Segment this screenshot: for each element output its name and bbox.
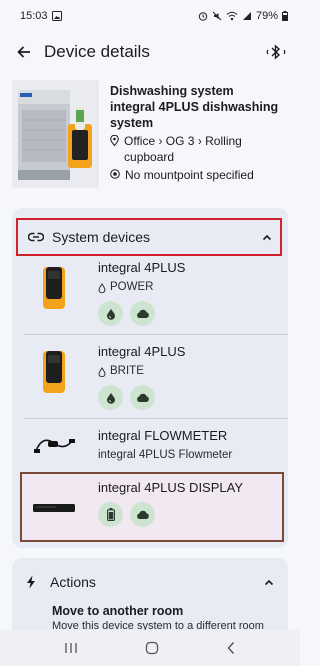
device-item[interactable]: integral FLOWMETER integral 4PLUS Flowme… [24, 428, 286, 464]
drop-icon [106, 308, 115, 320]
drop-outline-icon [98, 282, 106, 293]
water-status-chip[interactable] [98, 301, 123, 326]
system-devices-header[interactable]: System devices [16, 218, 282, 256]
battery-status-chip[interactable] [98, 502, 123, 527]
move-room-action[interactable]: Move to another room [52, 604, 288, 618]
arrow-back-icon [17, 46, 30, 58]
system-nav-bar [0, 630, 300, 666]
back-button[interactable] [6, 34, 42, 70]
device-item[interactable]: integral 4PLUS BRITE [24, 344, 286, 410]
mountpoint-row: No mountpoint specified [110, 167, 288, 183]
device-item[interactable]: integral 4PLUS DISPLAY [24, 480, 286, 536]
lightning-icon [27, 575, 35, 589]
cloud-status-chip[interactable] [130, 301, 155, 326]
device-model: integral 4PLUS dishwashing system [110, 100, 279, 130]
mountpoint-text: No mountpoint specified [125, 168, 254, 182]
home-icon[interactable] [145, 641, 159, 655]
status-bar: 15:03 79% [0, 0, 300, 32]
cloud-status-chip[interactable] [130, 385, 155, 410]
link-icon [28, 232, 44, 242]
product-image [12, 80, 100, 188]
device-name: integral FLOWMETER [98, 428, 228, 443]
actions-title: Actions [50, 574, 96, 590]
cloud-icon [136, 393, 149, 402]
system-devices-section: System devices integral 4PLUS POWER inte… [12, 208, 288, 548]
divider [24, 418, 288, 419]
device-subtitle: integral 4PLUS Flowmeter [98, 449, 233, 461]
device-name: Dishwashing system [110, 84, 234, 98]
battery-percent: 79% [255, 10, 278, 22]
drop-icon [106, 392, 115, 404]
back-nav-icon[interactable] [226, 641, 236, 655]
status-time: 15:03 [20, 10, 48, 22]
location-pin-icon [110, 135, 119, 146]
drop-outline-icon [98, 366, 106, 377]
chevron-up-icon[interactable] [262, 234, 272, 241]
location-text: Office › OG 3 › Rolling cupboard [124, 134, 242, 164]
location-row: Office › OG 3 › Rolling cupboard [110, 133, 288, 165]
bluetooth-button[interactable] [260, 36, 292, 68]
mute-icon [212, 11, 222, 21]
device-item[interactable]: integral 4PLUS POWER [24, 260, 286, 326]
power-device-image [24, 260, 84, 316]
device-subtitle: POWER [110, 281, 154, 293]
water-status-chip[interactable] [98, 385, 123, 410]
cloud-status-chip[interactable] [130, 502, 155, 527]
device-name: integral 4PLUS DISPLAY [98, 480, 243, 495]
alarm-icon [198, 12, 208, 21]
brite-device-image [24, 344, 84, 400]
system-devices-title: System devices [52, 229, 151, 245]
device-name: integral 4PLUS [98, 344, 186, 359]
cloud-icon [136, 309, 149, 318]
flowmeter-device-image [24, 428, 84, 464]
recent-apps-icon[interactable] [64, 642, 78, 654]
cloud-icon [136, 510, 149, 519]
device-subtitle: BRITE [110, 365, 144, 377]
device-header: Dishwashing system integral 4PLUS dishwa… [12, 80, 288, 192]
actions-header[interactable]: Actions [12, 558, 288, 590]
divider [24, 334, 288, 335]
mountpoint-icon [110, 169, 120, 179]
battery-icon [282, 11, 288, 21]
page-title: Device details [44, 42, 150, 61]
chevron-up-icon[interactable] [264, 579, 274, 586]
app-bar: Device details [0, 32, 300, 72]
device-type: POWER [98, 280, 185, 295]
device-name: integral 4PLUS [98, 260, 186, 275]
wifi-icon [226, 11, 238, 21]
signal-icon [242, 12, 251, 20]
display-device-image [24, 480, 84, 536]
gallery-notification-icon [51, 11, 62, 21]
battery-icon [106, 508, 115, 521]
device-type: BRITE [98, 364, 185, 379]
bluetooth-icon [266, 44, 286, 60]
